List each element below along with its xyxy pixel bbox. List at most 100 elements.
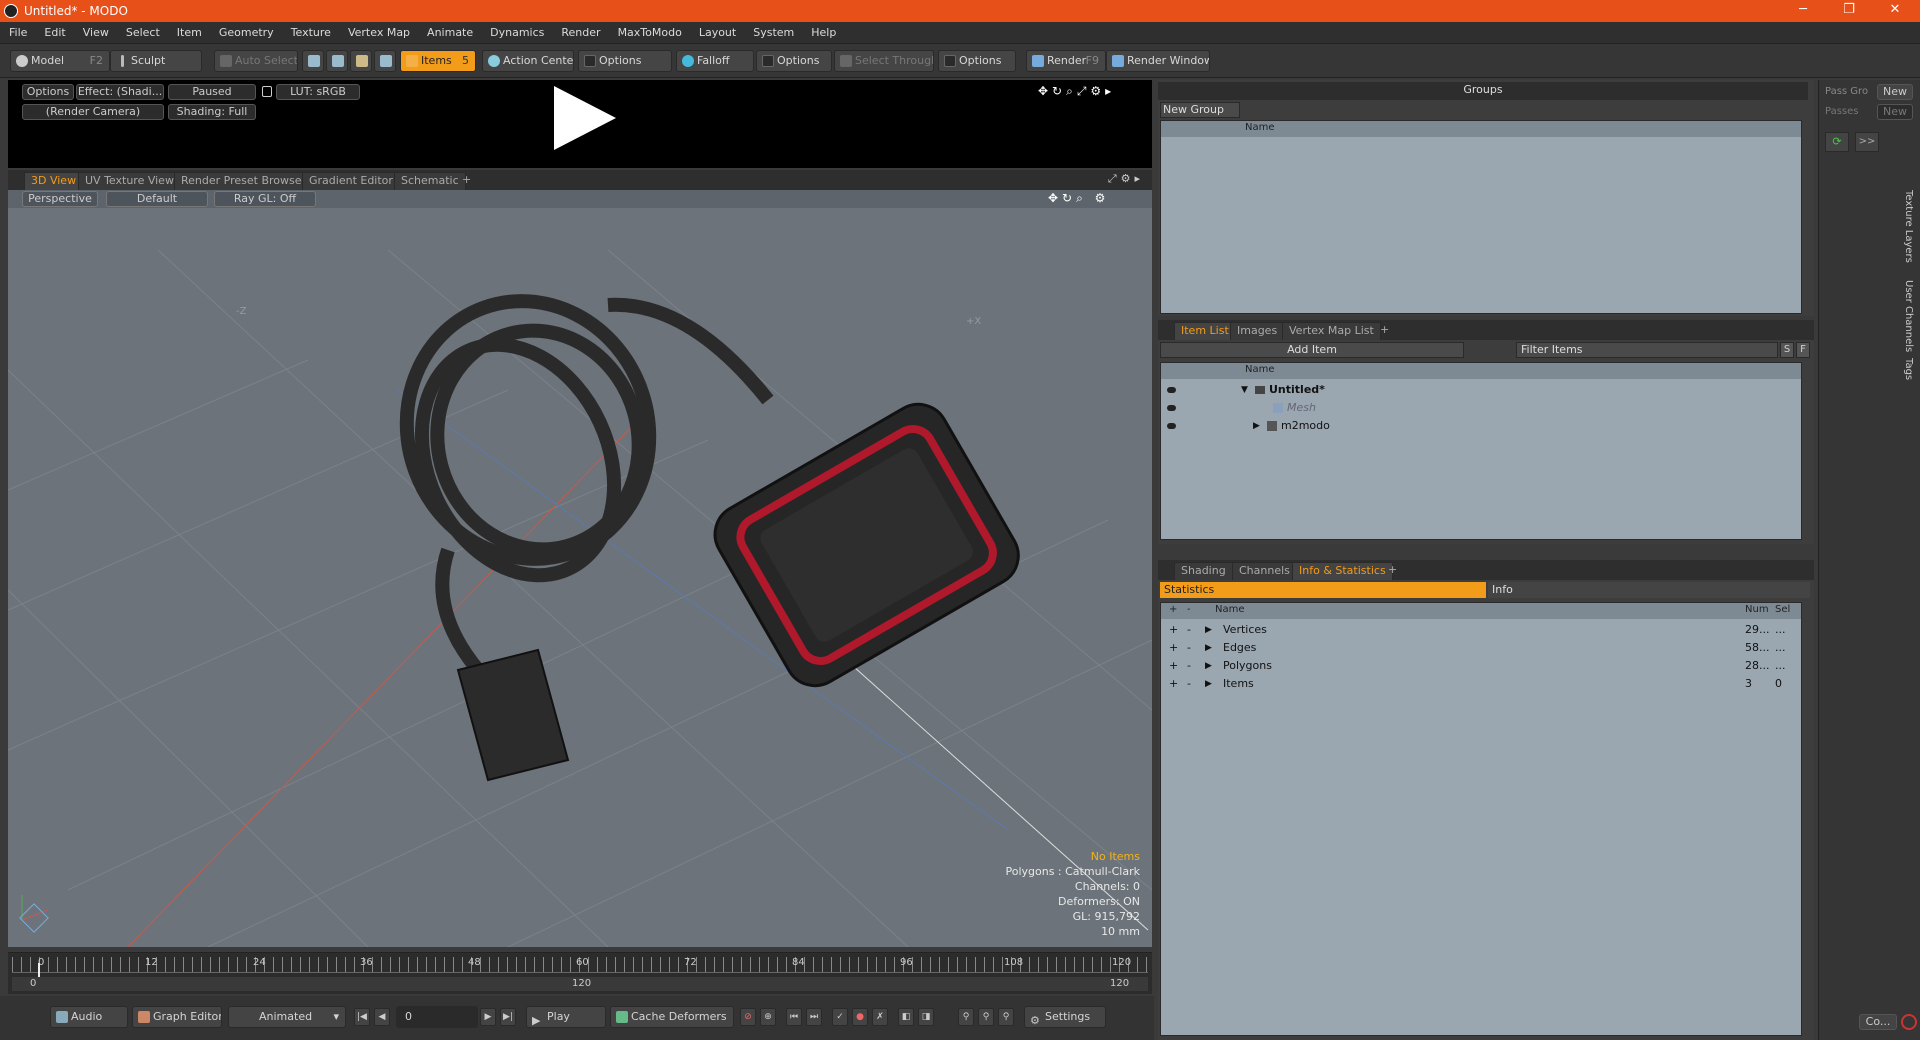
key-icon[interactable]: ⊘	[740, 1008, 756, 1026]
sculpt-button[interactable]: Sculpt	[110, 50, 202, 72]
refresh-icon[interactable]: ⟳	[1825, 132, 1849, 152]
set-key-icon[interactable]: ✓	[832, 1008, 848, 1026]
animated-dropdown[interactable]: Animated ▾	[228, 1006, 346, 1028]
expand-icon[interactable]: ▼	[1241, 381, 1248, 399]
search-s-button[interactable]: S	[1780, 342, 1794, 358]
item-tree[interactable]: Name ▼ Untitled* Mesh ▶ m2modo	[1160, 362, 1802, 540]
eye-icon[interactable]	[1167, 387, 1176, 393]
action-center-options-button[interactable]: Options	[578, 50, 672, 72]
stats-row-items[interactable]: + - ▶ Items 3 0	[1161, 675, 1801, 693]
menu-maxtomodo[interactable]: MaxToModo	[609, 22, 690, 39]
statistics-subtab[interactable]: Statistics	[1160, 582, 1486, 598]
minus-icon[interactable]: -	[1187, 657, 1191, 675]
autokey-icon[interactable]: ⊕	[760, 1008, 776, 1026]
expand-icon[interactable]: ▶	[1205, 639, 1212, 657]
tab-shading[interactable]: Shading	[1174, 562, 1233, 580]
panel-options-icons[interactable]: ⤢⚙▸	[1108, 172, 1144, 186]
expand-arrows-icon[interactable]: >>	[1855, 132, 1879, 152]
select-through-button[interactable]: Select Through	[834, 50, 934, 72]
menu-texture[interactable]: Texture	[282, 22, 339, 39]
minus-icon[interactable]: -	[1187, 639, 1191, 657]
stats-row-edges[interactable]: + - ▶ Edges 58... ...	[1161, 639, 1801, 657]
tab-gradient-editor[interactable]: Gradient Editor	[302, 172, 400, 190]
plus-icon[interactable]: +	[1169, 657, 1178, 675]
expand-icon[interactable]: ▶	[1205, 657, 1212, 675]
action-center-button[interactable]: Action Center	[482, 50, 574, 72]
settings-button[interactable]: ⚙ Settings	[1024, 1006, 1106, 1028]
minus-icon[interactable]: -	[1187, 621, 1191, 639]
tab-uv-texture-view[interactable]: UV Texture View	[78, 172, 181, 190]
item-row-mesh[interactable]: Mesh	[1161, 399, 1801, 417]
items-mode-button[interactable]: Items 5	[400, 50, 476, 72]
preview-nav-icons[interactable]: ✥↻⌕⤢⚙▸	[1038, 84, 1115, 99]
tab-render-preset-browser[interactable]: Render Preset Browser	[174, 172, 314, 190]
record-icon[interactable]: ●	[852, 1008, 868, 1026]
key-items-icon[interactable]: ⚲	[978, 1008, 994, 1026]
groups-list[interactable]: Name	[1160, 120, 1802, 314]
add-item-button[interactable]: Add Item	[1160, 342, 1464, 358]
next-key-icon[interactable]: ⏭	[806, 1008, 822, 1026]
tab-images[interactable]: Images	[1230, 322, 1285, 340]
item-row-untitled[interactable]: ▼ Untitled*	[1161, 381, 1801, 399]
plus-icon[interactable]: +	[1169, 675, 1178, 693]
prev-frame-button[interactable]: ◀	[374, 1008, 390, 1026]
tab-3d-view[interactable]: 3D View	[24, 172, 84, 190]
key-left-icon[interactable]: ◧	[898, 1008, 914, 1026]
render-camera-dropdown[interactable]: (Render Camera)	[22, 104, 164, 120]
graph-editor-button[interactable]: Graph Editor	[132, 1006, 222, 1028]
materials-mode-button[interactable]	[374, 50, 396, 72]
menu-dynamics[interactable]: Dynamics	[481, 22, 552, 39]
stats-sel-column[interactable]: Sel	[1775, 603, 1790, 617]
expand-icon[interactable]: ▶	[1205, 675, 1212, 693]
model-button[interactable]: Model F2	[10, 50, 110, 72]
effect-dropdown[interactable]: Effect: (Shadi...	[76, 84, 164, 100]
new-pass-group-button[interactable]: New	[1877, 84, 1913, 100]
render-window-button[interactable]: Render Window	[1106, 50, 1210, 72]
menu-system[interactable]: System	[744, 22, 802, 39]
add-tab-button[interactable]: +	[456, 172, 477, 190]
3d-viewport[interactable]: Perspective Default Ray GL: Off ✥↻⌕ ⚙ -Z…	[8, 190, 1152, 947]
stats-num-column[interactable]: Num	[1745, 603, 1769, 617]
stats-name-column[interactable]: Name	[1215, 603, 1245, 617]
next-frame-button[interactable]: ▶	[480, 1008, 496, 1026]
timeline[interactable]: 0 12 24 36 48 60 72 84 96 108 120 0 120 …	[8, 952, 1152, 994]
stats-row-polygons[interactable]: + - ▶ Polygons 28... ...	[1161, 657, 1801, 675]
auto-select-button[interactable]: Auto Select	[214, 50, 298, 72]
render-preview[interactable]: Options Effect: (Shadi... Paused LUT: sR…	[8, 80, 1152, 168]
new-group-button[interactable]: New Group	[1160, 102, 1240, 118]
eye-icon[interactable]	[1167, 423, 1176, 429]
edges-mode-button[interactable]	[326, 50, 348, 72]
key-channels-icon[interactable]: ⚲	[958, 1008, 974, 1026]
first-frame-button[interactable]: |◀	[354, 1008, 370, 1026]
menu-animate[interactable]: Animate	[418, 22, 481, 39]
filter-f-button[interactable]: F	[1796, 342, 1810, 358]
menu-vertex-map[interactable]: Vertex Map	[339, 22, 418, 39]
menu-view[interactable]: View	[74, 22, 117, 39]
menu-select[interactable]: Select	[117, 22, 168, 39]
groups-name-column[interactable]: Name	[1245, 121, 1275, 135]
menu-render[interactable]: Render	[552, 22, 608, 39]
co-button[interactable]: Co...	[1859, 1014, 1897, 1030]
play-button[interactable]: ▶ Play	[526, 1006, 606, 1028]
frame-input[interactable]: 0	[396, 1006, 478, 1028]
preview-options-button[interactable]: Options	[22, 84, 74, 100]
filter-items-input[interactable]: Filter Items	[1516, 342, 1778, 358]
collapse-icon[interactable]: ▶	[1253, 417, 1260, 435]
item-row-m2modo[interactable]: ▶ m2modo	[1161, 417, 1801, 435]
render-button[interactable]: Render F9	[1026, 50, 1106, 72]
plus-icon[interactable]: +	[1169, 639, 1178, 657]
menu-help[interactable]: Help	[802, 22, 844, 39]
eye-icon[interactable]	[1167, 405, 1176, 411]
tab-texture-layers[interactable]: Texture Layers	[1903, 190, 1914, 263]
maximize-button[interactable]: ❐	[1834, 2, 1864, 20]
falloff-options-button[interactable]: Options	[756, 50, 832, 72]
lut-dropdown[interactable]: LUT: sRGB	[276, 84, 360, 100]
audio-button[interactable]: Audio	[50, 1006, 128, 1028]
new-pass-button[interactable]: New	[1877, 104, 1913, 120]
tab-channels[interactable]: Channels	[1232, 562, 1297, 580]
select-through-options-button[interactable]: Options	[938, 50, 1016, 72]
item-name-column[interactable]: Name	[1245, 363, 1275, 377]
info-subtab[interactable]: Info	[1488, 582, 1810, 598]
tab-info-statistics[interactable]: Info & Statistics	[1292, 562, 1393, 580]
menu-layout[interactable]: Layout	[690, 22, 744, 39]
